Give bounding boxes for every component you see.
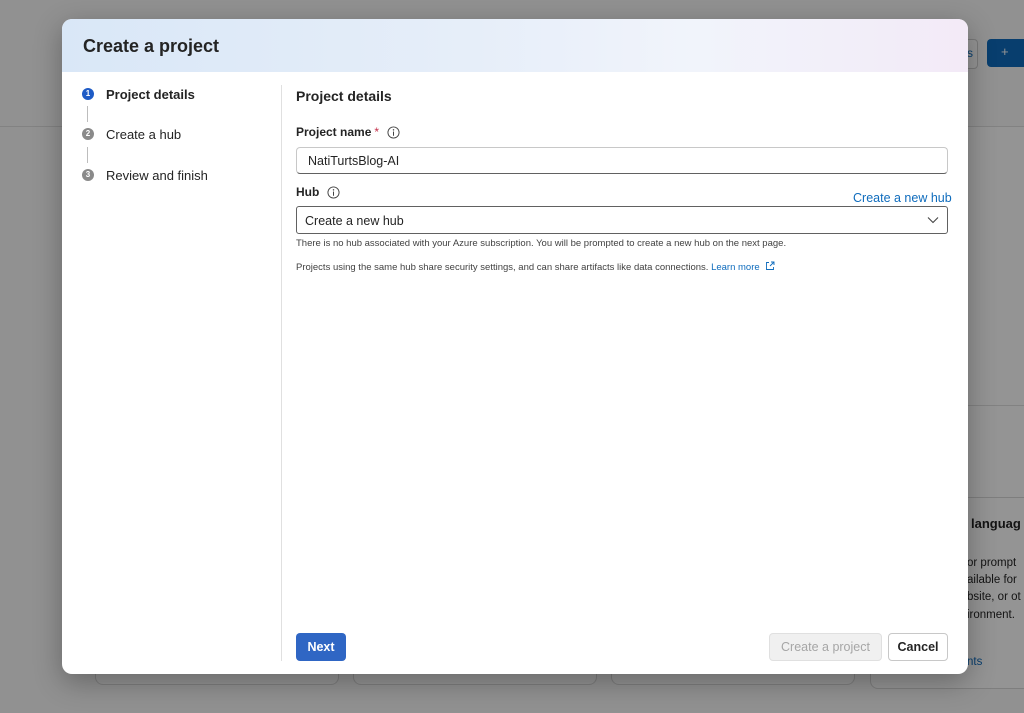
required-marker: * xyxy=(374,125,380,139)
create-new-hub-link[interactable]: Create a new hub xyxy=(853,191,952,205)
hub-dropdown-value: Create a new hub xyxy=(305,214,404,228)
section-title: Project details xyxy=(296,88,392,104)
step-number: 2 xyxy=(82,128,94,140)
step-project-details[interactable]: 1 Project details xyxy=(82,84,195,104)
hub-help-text: There is no hub associated with your Azu… xyxy=(296,238,787,249)
info-icon[interactable] xyxy=(387,125,400,139)
project-name-label: Project name * xyxy=(296,125,400,139)
create-project-dialog: Create a project 1 Project details 2 Cre… xyxy=(62,19,968,674)
hub-share-help: Projects using the same hub share securi… xyxy=(296,261,775,273)
hub-dropdown[interactable]: Create a new hub xyxy=(296,206,948,234)
chevron-down-icon xyxy=(927,217,939,224)
step-number: 1 xyxy=(82,88,94,100)
hub-share-text: Projects using the same hub share securi… xyxy=(296,262,709,273)
stepper-divider xyxy=(281,85,282,661)
step-connector xyxy=(87,106,88,122)
step-label: Review and finish xyxy=(106,167,208,183)
step-connector xyxy=(87,147,88,163)
next-button[interactable]: Next xyxy=(296,633,346,661)
dialog-header: Create a project xyxy=(62,19,968,72)
dialog-title: Create a project xyxy=(83,36,220,56)
step-create-hub[interactable]: 2 Create a hub xyxy=(82,124,181,144)
learn-more-link[interactable]: Learn more xyxy=(711,261,775,273)
cancel-button[interactable]: Cancel xyxy=(888,633,948,661)
external-link-icon xyxy=(766,261,775,270)
hub-label: Hub xyxy=(296,185,340,199)
project-name-label-text: Project name xyxy=(296,125,372,139)
create-project-button[interactable]: Create a project xyxy=(769,633,882,661)
step-label: Create a hub xyxy=(106,126,182,142)
learn-more-text: Learn more xyxy=(711,262,760,273)
step-number: 3 xyxy=(82,169,94,181)
wizard-stepper: 1 Project details 2 Create a hub 3 Revie… xyxy=(62,72,280,672)
project-name-input[interactable] xyxy=(296,147,948,174)
step-label: Project details xyxy=(106,86,195,102)
step-review-and-finish[interactable]: 3 Review and finish xyxy=(82,165,208,185)
hub-label-text: Hub xyxy=(296,185,320,199)
info-icon[interactable] xyxy=(327,185,340,199)
